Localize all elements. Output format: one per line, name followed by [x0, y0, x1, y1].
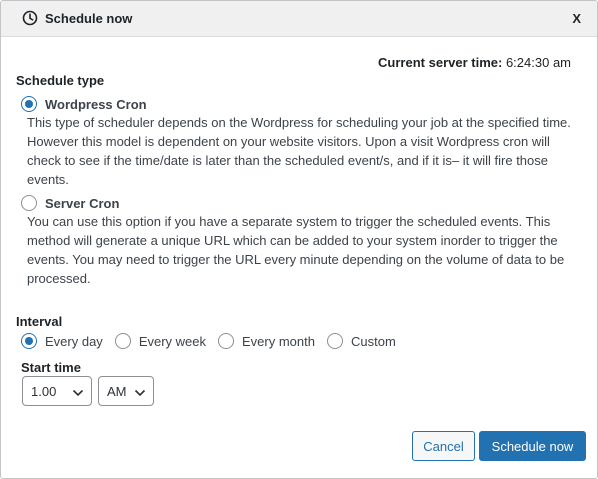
server-time-value: 6:24:30 am — [505, 55, 571, 70]
interval-custom[interactable]: Custom — [327, 333, 396, 349]
chevron-down-icon — [134, 386, 146, 397]
cancel-button[interactable]: Cancel — [412, 431, 475, 461]
schedule-dialog: Schedule now X Current server time: 6:24… — [0, 0, 598, 479]
schedule-now-button[interactable]: Schedule now — [479, 431, 586, 461]
clock-icon — [22, 10, 38, 26]
dialog-title: Schedule now — [45, 11, 133, 26]
start-meridiem-select[interactable]: AM — [98, 376, 154, 406]
every-week-radio[interactable] — [114, 333, 131, 349]
interval-every-day[interactable]: Every day — [21, 333, 103, 349]
interval-title: Interval — [16, 314, 63, 329]
custom-radio[interactable] — [327, 333, 343, 349]
start-hour-select[interactable]: 1.00 — [22, 376, 92, 406]
every-week-label: Every week — [138, 333, 207, 349]
wordpress-cron-description: This type of scheduler depends on the Wo… — [27, 115, 571, 187]
chevron-down-icon — [72, 386, 84, 397]
interval-every-week[interactable]: Every week — [114, 333, 207, 349]
server-cron-radio[interactable] — [21, 195, 37, 211]
server-cron-label: Server Cron — [45, 195, 120, 211]
wordpress-cron-radio[interactable] — [21, 96, 37, 112]
interval-options: Every day Every week Every month Custom — [21, 333, 408, 349]
start-hour-value: 1.00 — [31, 383, 57, 399]
wordpress-cron-option[interactable]: Wordpress Cron — [21, 96, 147, 112]
every-month-radio[interactable] — [218, 333, 235, 349]
server-time-label: Current server time: — [378, 55, 503, 70]
server-time: Current server time: 6:24:30 am — [378, 55, 571, 70]
schedule-type-title: Schedule type — [16, 73, 105, 88]
wordpress-cron-label: Wordpress Cron — [45, 96, 147, 112]
dialog-header: Schedule now X — [1, 1, 597, 37]
start-time-title: Start time — [21, 360, 81, 375]
start-meridiem-value: AM — [107, 383, 127, 399]
server-cron-description: You can use this option if you have a se… — [27, 214, 565, 286]
interval-every-month[interactable]: Every month — [218, 333, 315, 349]
server-cron-option[interactable]: Server Cron — [21, 195, 119, 211]
close-button[interactable]: X — [572, 11, 581, 26]
custom-label: Custom — [351, 333, 396, 349]
every-day-label: Every day — [45, 333, 103, 349]
every-month-label: Every month — [242, 333, 315, 349]
every-day-radio[interactable] — [21, 333, 37, 349]
